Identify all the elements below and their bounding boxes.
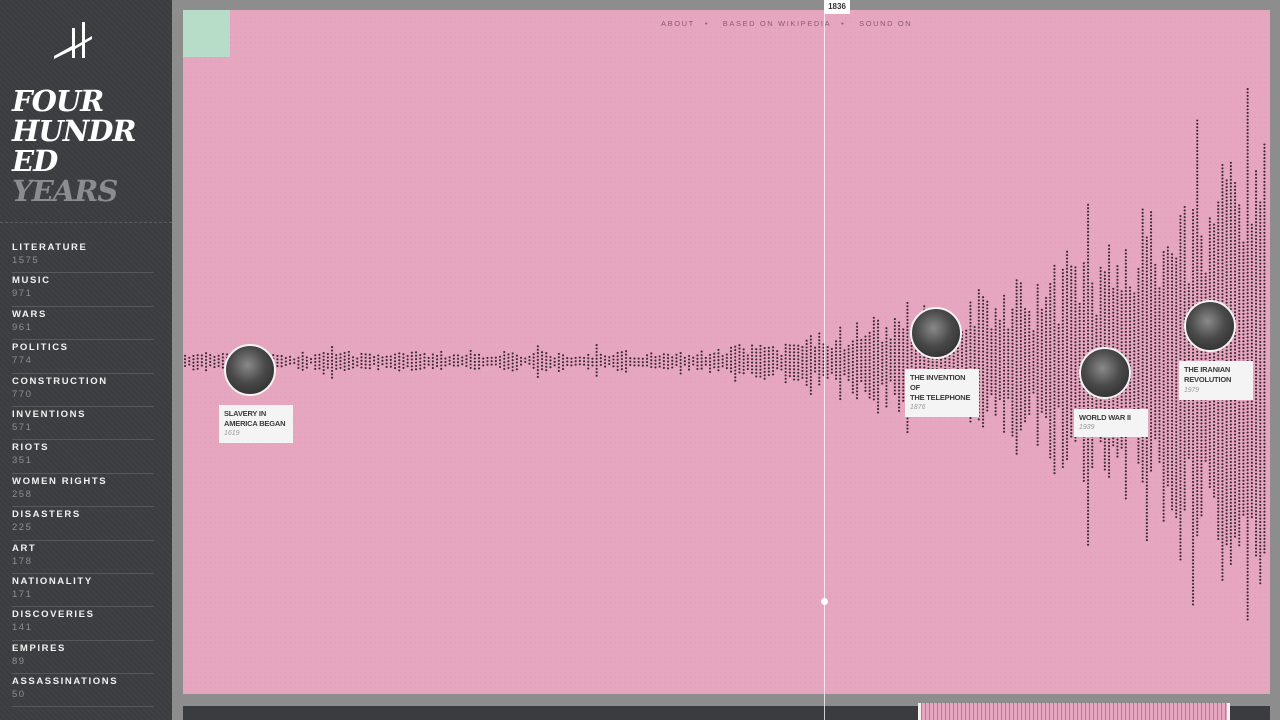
- event-title: THE INVENTION OF: [910, 373, 966, 392]
- ww2-portrait-icon[interactable]: [1079, 347, 1131, 399]
- event-title-part: REVOLUTION: [1184, 375, 1232, 384]
- category-item-literature[interactable]: LITERATURE 1575: [12, 240, 154, 274]
- timeline-stage[interactable]: ABOUT • BASED ON WIKIPEDIA • SOUND ON SLAV…: [183, 10, 1270, 694]
- category-item-politics[interactable]: POLITICS 774: [12, 340, 154, 374]
- category-count: 171: [12, 588, 33, 600]
- sidebar: FOUR HUNDR ED YEARS LITERATURE 1575 MUSIC 9…: [0, 0, 172, 720]
- category-item-women-rights[interactable]: WOMEN RIGHTS 258: [12, 474, 154, 508]
- event-title: REVOLUTION 1979: [1184, 375, 1247, 396]
- year-cursor-line[interactable]: [824, 0, 825, 720]
- nav-separator-icon: •: [704, 19, 710, 28]
- event-year: 1876: [910, 404, 926, 411]
- category-count: 971: [12, 288, 33, 300]
- title-line-3: ED: [12, 144, 58, 178]
- telephone-photo-icon[interactable]: [910, 307, 962, 359]
- category-item-empires[interactable]: EMPIRES 89: [12, 641, 154, 675]
- year-cursor-label: 1836: [824, 0, 850, 14]
- title-line-1: FOUR: [12, 84, 104, 118]
- logo-icon[interactable]: [52, 20, 94, 60]
- event-title: WORLD WAR II: [1079, 413, 1131, 422]
- event-title: AMERICA BEGAN: [224, 419, 286, 428]
- category-name: LITERATURE: [12, 242, 88, 253]
- category-count: 178: [12, 555, 33, 567]
- category-count: 89: [12, 655, 26, 667]
- category-count: 141: [12, 622, 33, 634]
- timeline-scrubber[interactable]: [918, 703, 1230, 720]
- category-name: INVENTIONS: [12, 408, 87, 420]
- category-name: WARS: [12, 308, 47, 320]
- category-count: 1575: [12, 255, 40, 266]
- category-item-nationality[interactable]: NATIONALITY 171: [12, 574, 154, 608]
- category-count: 50: [12, 689, 26, 701]
- event-year: 1939: [1079, 424, 1095, 431]
- category-item-construction[interactable]: CONSTRUCTION 770: [12, 374, 154, 407]
- category-name: EMPIRES: [12, 642, 66, 654]
- event-year: 1979: [1184, 387, 1199, 394]
- event-title: THE TELEPHONE: [910, 393, 971, 402]
- year-cursor-handle[interactable]: [821, 598, 828, 605]
- category-count: 961: [12, 321, 33, 333]
- category-name: POLITICS: [12, 342, 69, 354]
- category-name: NATIONALITY: [12, 575, 93, 587]
- event-title: SLAVERY IN: [224, 409, 267, 418]
- nav-separator-icon: •: [841, 19, 846, 28]
- category-count: 351: [12, 455, 33, 467]
- app-title: FOUR HUNDR ED YEARS: [12, 84, 136, 208]
- category-item-discoveries[interactable]: DISCOVERIES 141: [12, 607, 154, 641]
- category-list: LITERATURE 1575 MUSIC 971 WARS 961 POLITICS 774…: [12, 240, 154, 708]
- top-nav: ABOUT • BASED ON WIKIPEDIA • SOUND ON: [653, 19, 920, 28]
- category-count: 571: [12, 421, 33, 433]
- category-name: DISASTERS: [12, 509, 81, 521]
- category-item-music[interactable]: MUSIC 971: [12, 273, 154, 307]
- category-name: CONSTRUCTION: [12, 375, 108, 387]
- slavery-photo-icon[interactable]: [224, 344, 276, 396]
- khomeini-portrait-icon[interactable]: [1184, 300, 1236, 352]
- category-name: ASSASSINATIONS: [12, 676, 119, 688]
- event-label-ww2[interactable]: WORLD WAR II 1939: [1074, 409, 1148, 437]
- category-item-disasters[interactable]: DISASTERS 225: [12, 507, 154, 541]
- category-item-art[interactable]: ART 178: [12, 541, 154, 574]
- category-name: RIOTS: [12, 442, 50, 454]
- event-year: 1619: [224, 430, 240, 437]
- category-item-wars[interactable]: WARS 961: [12, 307, 154, 341]
- title-line-muted: YEARS: [12, 174, 118, 208]
- sidebar-divider: [0, 222, 172, 223]
- category-count: 774: [12, 355, 33, 367]
- event-title: THE IRANIAN: [1184, 365, 1231, 374]
- event-label-slavery[interactable]: SLAVERY IN AMERICA BEGAN 1619: [219, 405, 293, 443]
- wikipedia-link[interactable]: BASED ON WIKIPEDIA: [723, 19, 831, 28]
- category-name: ART: [12, 542, 37, 554]
- category-count: 258: [12, 488, 33, 500]
- category-name: WOMEN RIGHTS: [12, 475, 108, 487]
- category-item-assassinations[interactable]: ASSASSINATIONS 50: [12, 674, 154, 708]
- category-name: MUSIC: [12, 275, 51, 287]
- category-count: 225: [12, 522, 33, 534]
- event-label-iranian-revolution[interactable]: THE IRANIAN REVOLUTION 1979: [1179, 361, 1253, 400]
- category-item-riots[interactable]: RIOTS 351: [12, 440, 154, 474]
- category-count: 770: [12, 388, 33, 400]
- title-line-2: HUNDR: [12, 114, 136, 148]
- about-link[interactable]: ABOUT: [661, 19, 695, 28]
- sound-toggle[interactable]: SOUND ON: [859, 19, 912, 28]
- category-item-inventions[interactable]: INVENTIONS 571: [12, 407, 154, 441]
- category-name: DISCOVERIES: [12, 609, 95, 621]
- event-label-telephone[interactable]: THE INVENTION OF THE TELEPHONE 1876: [905, 369, 979, 417]
